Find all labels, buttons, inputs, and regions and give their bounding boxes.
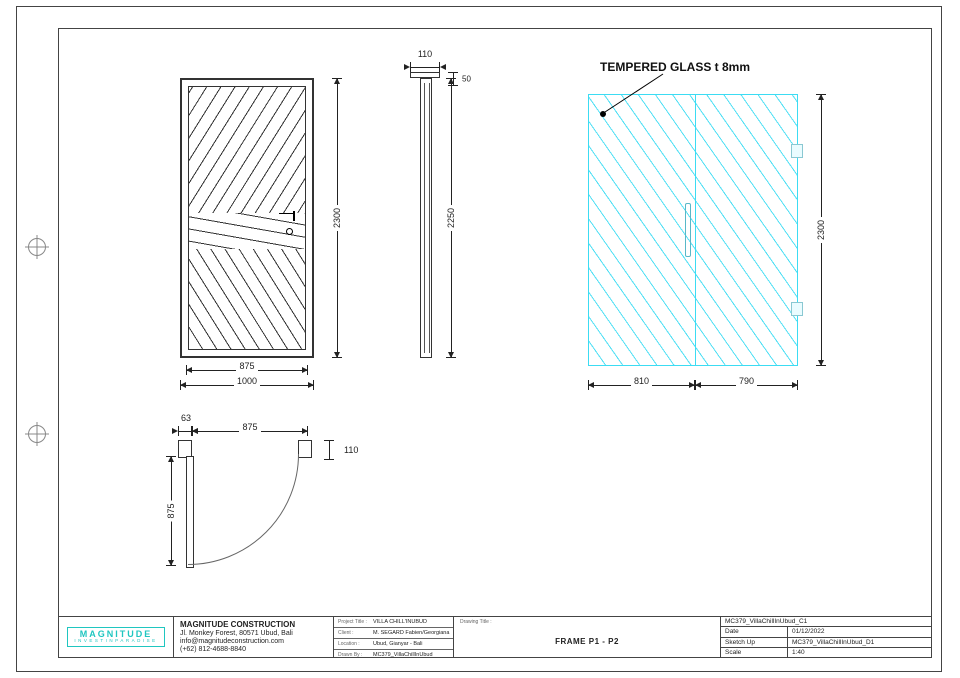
dim-label: 2250	[446, 205, 456, 231]
sketchup-key: Sketch Up	[721, 638, 788, 647]
dim-glass-left-leaf: 810	[588, 378, 695, 392]
dim-label: 810	[631, 376, 652, 386]
file-id: MC379_VillaChillInUbud_C1	[721, 618, 931, 625]
sketchup-val: MC379_VillaChillInUbud_D1	[788, 639, 931, 646]
drawing-title-header: Drawing Title :	[454, 617, 720, 625]
project-title-key: Project Title :	[338, 619, 373, 625]
project-info: Project Title : VILLA CHILL'INUBUD Clien…	[334, 617, 454, 657]
dim-plan-depth: 110	[322, 440, 336, 460]
dim-glass-height: 2300	[814, 94, 828, 366]
dim-plan-leaf: 875	[192, 424, 308, 438]
door-plank-pattern	[189, 87, 305, 349]
door-handle-icon	[279, 213, 293, 215]
door-front-elevation	[180, 78, 314, 358]
dim-label: 2300	[816, 217, 826, 243]
annotation-leader-line	[603, 78, 673, 114]
dim-label: 1000	[234, 376, 260, 386]
door-side-profile	[420, 78, 432, 358]
dim-side-cap-width: 110	[410, 60, 440, 74]
drawing-title: FRAME P1 - P2	[454, 625, 720, 657]
dim-label: 63	[178, 413, 194, 423]
center-mark-icon	[28, 425, 46, 443]
location-key: Location :	[338, 641, 373, 647]
door-plan-view	[178, 440, 338, 600]
glass-hinge-icon	[791, 302, 803, 316]
company-logo: MAGNITUDE INVESTINPARADISE	[59, 617, 174, 657]
scale-key: Scale	[721, 648, 788, 657]
glass-handle-icon	[685, 203, 691, 257]
scale-val: 1:40	[788, 649, 931, 656]
glass-double-panel	[588, 94, 798, 366]
dim-plan-jamb: 63	[178, 424, 192, 438]
dim-door-leaf-width: 875	[186, 363, 308, 377]
company-name: MAGNITUDE CONSTRUCTION	[180, 620, 327, 630]
date-key: Date	[721, 627, 788, 636]
project-title-val: VILLA CHILL'INUBUD	[373, 619, 427, 625]
dim-label: 110	[341, 445, 361, 455]
location-val: Ubud, Gianyar - Bali	[373, 641, 423, 647]
dim-label: 875	[236, 361, 257, 371]
dim-label: 875	[166, 500, 176, 521]
drawing-sheet: 2300 875 1000 110 50 2250 63	[0, 0, 960, 678]
door-leaf	[188, 86, 306, 350]
dim-door-overall-width: 1000	[180, 378, 314, 392]
glass-divider	[695, 95, 696, 365]
glass-hinge-icon	[791, 144, 803, 158]
center-mark-icon	[28, 238, 46, 256]
dim-door-front-height: 2300	[330, 78, 344, 358]
logo-tagline: INVESTINPARADISE	[74, 639, 157, 644]
client-val: M. SEGARD Fabien/Georgiana	[373, 630, 449, 636]
company-phone: (+62) 812-4688-8840	[180, 646, 327, 654]
revision-block: MC379_VillaChillInUbud_C1 Date 01/12/202…	[721, 617, 931, 657]
drawnby-val: MC379_VillaChillInUbud	[373, 652, 433, 658]
dim-plan-swing-radius: 875	[164, 456, 178, 566]
date-val: 01/12/2022	[788, 628, 931, 635]
dim-side-height: 2250	[444, 78, 458, 358]
dim-label: 2300	[332, 205, 342, 231]
title-block: MAGNITUDE INVESTINPARADISE MAGNITUDE CON…	[58, 616, 932, 658]
drawing-title-block: Drawing Title : FRAME P1 - P2	[454, 617, 721, 657]
drawnby-key: Drawn By :	[338, 652, 373, 658]
annotation-tempered-glass: TEMPERED GLASS t 8mm	[600, 60, 750, 74]
dim-label: 50	[459, 75, 474, 84]
dim-label: 875	[239, 422, 260, 432]
door-jamb	[298, 440, 312, 458]
annotation-leader-dot-icon	[600, 111, 606, 117]
company-info: MAGNITUDE CONSTRUCTION Jl. Monkey Forest…	[174, 617, 334, 657]
dim-label: 790	[736, 376, 757, 386]
company-addr: Jl. Monkey Forest, 80571 Ubud, Bali	[180, 630, 327, 638]
company-email: info@magnitudeconstruction.com	[180, 638, 327, 646]
dim-glass-right-leaf: 790	[695, 378, 798, 392]
dim-label: 110	[415, 49, 435, 59]
client-key: Client :	[338, 630, 373, 636]
